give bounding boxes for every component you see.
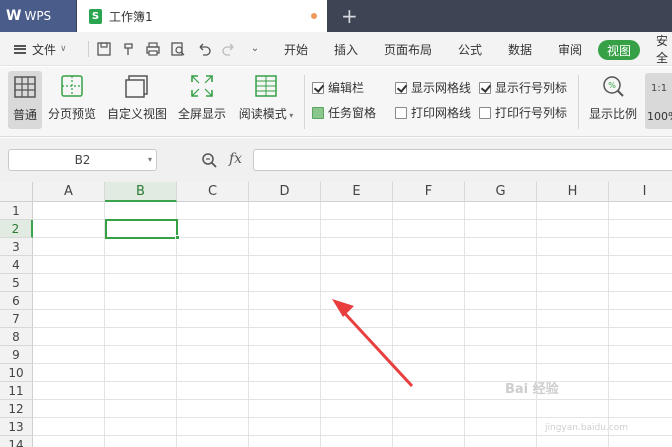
baidu-watermark-url: jingyan.baidu.com xyxy=(545,423,629,433)
red-arrow-annotation xyxy=(332,299,414,388)
baidu-watermark: Bai 经验 xyxy=(505,382,559,397)
